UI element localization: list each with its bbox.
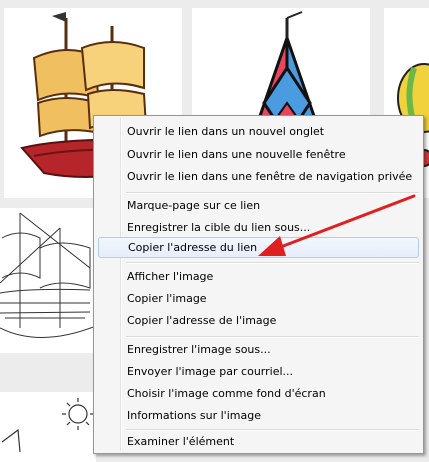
menu-email-image[interactable]: Envoyer l'image par courriel... <box>127 362 293 382</box>
menu-view-image[interactable]: Afficher l'image <box>127 267 213 287</box>
menu-set-as-wallpaper[interactable]: Choisir l'image comme fond d'écran <box>127 384 326 404</box>
sun-sketch-thumbnail[interactable] <box>0 392 96 462</box>
menu-icon-gutter <box>120 118 122 451</box>
menu-inspect-element[interactable]: Examiner l'élément <box>127 432 234 452</box>
menu-open-link-private[interactable]: Ouvrir le lien dans une fenêtre de navig… <box>127 167 412 187</box>
menu-copy-image-address[interactable]: Copier l'adresse de l'image <box>127 311 276 331</box>
link-context-menu: Ouvrir le lien dans un nouvel onglet Ouv… <box>93 115 424 454</box>
menu-save-image-as[interactable]: Enregistrer l'image sous... <box>127 340 271 360</box>
menu-separator <box>126 192 419 194</box>
menu-copy-link-address[interactable]: Copier l'adresse du lien <box>98 237 419 258</box>
ship-line-drawing-image <box>0 212 96 339</box>
ship-sketch-thumbnail[interactable] <box>0 208 96 353</box>
menu-copy-image[interactable]: Copier l'image <box>127 289 207 309</box>
menu-separator <box>126 429 419 431</box>
menu-open-link-new-window[interactable]: Ouvrir le lien dans une nouvelle fenêtre <box>127 145 346 165</box>
menu-bookmark-link[interactable]: Marque-page sur ce lien <box>127 196 260 216</box>
sun-sketch-image <box>1 398 94 453</box>
menu-separator <box>126 262 419 264</box>
menu-save-link-as[interactable]: Enregistrer la cible du lien sous... <box>127 218 310 238</box>
menu-separator <box>126 336 419 338</box>
menu-open-link-new-tab[interactable]: Ouvrir le lien dans un nouvel onglet <box>127 122 324 142</box>
menu-image-info[interactable]: Informations sur l'image <box>127 406 261 426</box>
